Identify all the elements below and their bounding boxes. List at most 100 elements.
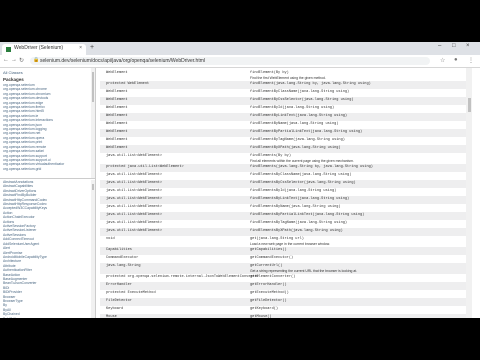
close-window-button[interactable]: ×: [466, 43, 470, 49]
return-type[interactable]: Keyboard: [106, 307, 123, 311]
method-link[interactable]: findElementsByCssSelector(java.lang.Stri…: [250, 181, 356, 185]
package-link[interactable]: org.openqa.selenium.grid: [0, 167, 95, 171]
lock-icon: 🔒: [33, 57, 40, 63]
method-link[interactable]: findElementByName(java.lang.String using…: [250, 122, 338, 126]
maximize-button[interactable]: □: [452, 43, 456, 49]
method-link[interactable]: getCurrentUrl(): [250, 264, 282, 268]
method-link[interactable]: get(java.lang.String url): [250, 237, 304, 241]
method-link[interactable]: findElementsByPartialLinkText(java.lang.…: [250, 213, 364, 217]
return-type[interactable]: java.util.List<WebElement>: [106, 197, 162, 201]
method-link[interactable]: findElementsByXPath(java.lang.String usi…: [250, 229, 343, 233]
method-link[interactable]: findElements(By by): [250, 154, 291, 158]
table-row: protected ExecuteMethod getExecuteMethod(…: [100, 290, 470, 298]
method-link[interactable]: getMouse(): [250, 315, 272, 318]
method-link[interactable]: getElementConverter(): [250, 275, 295, 279]
return-type[interactable]: CommandExecutor: [106, 256, 138, 260]
forward-button[interactable]: →: [11, 57, 17, 63]
method-link[interactable]: findElement(By by): [250, 71, 289, 75]
classes-scrollbar[interactable]: [91, 180, 95, 318]
method-link[interactable]: getExecuteMethod(): [250, 291, 289, 295]
browser-window: WebDriver (Selenium) × + – □ × ← → ↻ 🔒 s…: [0, 42, 480, 318]
return-type[interactable]: protected WebElement: [106, 82, 149, 86]
return-type[interactable]: java.util.List<WebElement>: [106, 205, 162, 209]
table-row: protected java.util.List<WebElement> find…: [100, 164, 470, 172]
method-link[interactable]: findElementById(java.lang.String using): [250, 106, 334, 110]
method-link[interactable]: getFileDetector(): [250, 299, 287, 303]
class-link[interactable]: ByIdOrName: [0, 317, 95, 318]
address-bar[interactable]: 🔒 selenium.dev/selenium/docs/api/java/or…: [30, 57, 430, 65]
return-type[interactable]: protected org.openqa.selenium.remote.int…: [106, 275, 259, 279]
method-link[interactable]: findElements(java.lang.String by, java.l…: [250, 165, 373, 169]
table-row: java.util.List<WebElement> findElementsBy…: [100, 204, 470, 212]
method-link[interactable]: findElementsByTagName(java.lang.String u…: [250, 221, 347, 225]
return-type[interactable]: WebElement: [106, 98, 128, 102]
method-link[interactable]: findElementByXPath(java.lang.String usin…: [250, 146, 341, 150]
minimize-button[interactable]: –: [438, 43, 441, 49]
browser-tab[interactable]: WebDriver (Selenium) ×: [2, 44, 86, 55]
packages-scroll-thumb[interactable]: [92, 72, 94, 102]
return-type[interactable]: WebElement: [106, 71, 128, 75]
table-row: java.util.List<WebElement> findElementsBy…: [100, 212, 470, 220]
return-type[interactable]: java.lang.String: [106, 264, 141, 268]
table-row: java.util.List<WebElement> findElementsBy…: [100, 172, 470, 180]
packages-scrollbar[interactable]: [91, 68, 95, 178]
return-type[interactable]: Capabilities: [106, 248, 132, 252]
table-row: java.util.List<WebElement> findElementsBy…: [100, 228, 470, 236]
return-type[interactable]: WebElement: [106, 146, 128, 150]
return-type[interactable]: java.util.List<WebElement>: [106, 181, 162, 185]
reload-button[interactable]: ↻: [19, 57, 24, 64]
main-scrollbar[interactable]: [466, 68, 472, 318]
menu-icon[interactable]: ⋮: [468, 57, 474, 64]
table-row: WebElement findElementByXPath(java.lang.S…: [100, 145, 470, 153]
all-classes-link[interactable]: All Classes: [0, 68, 95, 75]
method-link[interactable]: getCapabilities(): [250, 248, 287, 252]
tab-strip: WebDriver (Selenium) × + – □ ×: [0, 42, 480, 55]
return-type[interactable]: WebElement: [106, 130, 128, 134]
return-type[interactable]: WebElement: [106, 114, 128, 118]
return-type[interactable]: java.util.List<WebElement>: [106, 173, 162, 177]
return-type[interactable]: ErrorHandler: [106, 283, 132, 287]
return-type[interactable]: WebElement: [106, 106, 128, 110]
return-type[interactable]: Mouse: [106, 315, 117, 318]
method-link[interactable]: getCommandExecutor(): [250, 256, 293, 260]
profile-icon[interactable]: ●: [454, 57, 458, 63]
table-row: WebElement findElementByName(java.lang.St…: [100, 121, 470, 129]
method-link[interactable]: getKeyboard(): [250, 307, 278, 311]
method-link[interactable]: findElementsByName(java.lang.String usin…: [250, 205, 341, 209]
main-scroll-thumb[interactable]: [468, 98, 471, 112]
new-tab-button[interactable]: +: [90, 44, 94, 51]
return-type[interactable]: void: [106, 237, 115, 241]
star-icon[interactable]: ☆: [440, 57, 445, 64]
return-type[interactable]: java.util.List<WebElement>: [106, 189, 162, 193]
back-button[interactable]: ←: [3, 57, 9, 63]
classes-scroll-thumb[interactable]: [92, 184, 94, 190]
package-list: org.openqa.selenium org.openqa.selenium.c…: [0, 83, 95, 171]
method-link[interactable]: findElementByCssSelector(java.lang.Strin…: [250, 98, 354, 102]
table-row: ErrorHandler getErrorHandler(): [100, 282, 470, 290]
method-link[interactable]: getErrorHandler(): [250, 283, 287, 287]
table-row: WebElement findElement(By by) Find the fir…: [100, 70, 470, 81]
return-type[interactable]: FileDetector: [106, 299, 132, 303]
table-row: WebElement findElementByTagName(java.lang…: [100, 137, 470, 145]
method-link[interactable]: findElementsByLinkText(java.lang.String …: [250, 197, 349, 201]
return-type[interactable]: java.util.List<WebElement>: [106, 221, 162, 225]
table-row: protected org.openqa.selenium.remote.int…: [100, 274, 470, 282]
return-type[interactable]: WebElement: [106, 122, 128, 126]
return-type[interactable]: WebElement: [106, 138, 128, 142]
method-link[interactable]: findElementByClassName(java.lang.String …: [250, 90, 349, 94]
tab-close-icon[interactable]: ×: [79, 45, 82, 51]
return-type[interactable]: java.util.List<WebElement>: [106, 229, 162, 233]
method-link[interactable]: findElementsByClassName(java.lang.String…: [250, 173, 351, 177]
method-link[interactable]: findElementByLinkText(java.lang.String u…: [250, 114, 347, 118]
return-type[interactable]: java.util.List<WebElement>: [106, 154, 162, 158]
sidebar: All Classes Packages org.openqa.selenium…: [0, 68, 96, 318]
page-content: All Classes Packages org.openqa.selenium…: [0, 68, 480, 318]
return-type[interactable]: java.util.List<WebElement>: [106, 213, 162, 217]
method-link[interactable]: findElementsById(java.lang.String using): [250, 189, 336, 193]
return-type[interactable]: protected java.util.List<WebElement>: [106, 165, 184, 169]
method-link[interactable]: findElement(java.lang.String by, java.la…: [250, 82, 371, 86]
method-link[interactable]: findElementByPartialLinkText(java.lang.S…: [250, 130, 362, 134]
return-type[interactable]: WebElement: [106, 90, 128, 94]
return-type[interactable]: protected ExecuteMethod: [106, 291, 156, 295]
method-link[interactable]: findElementByTagName(java.lang.String us…: [250, 138, 345, 142]
